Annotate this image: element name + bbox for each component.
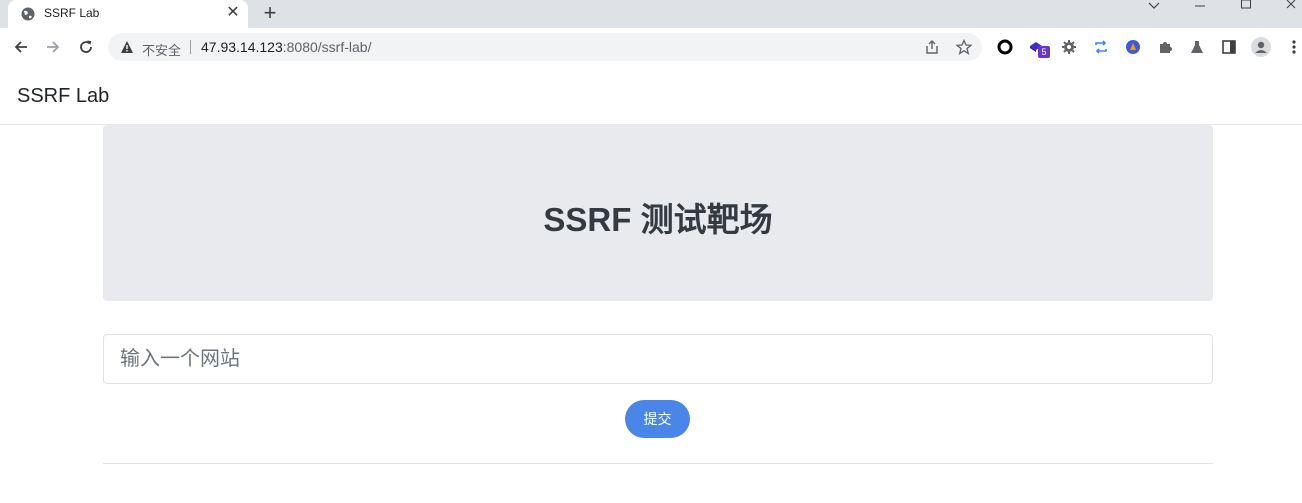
extension-ring-icon[interactable]: [996, 38, 1014, 56]
browser-tab[interactable]: SSRF Lab ✕: [8, 0, 248, 28]
share-icon[interactable]: [924, 39, 940, 55]
extension-gear-icon[interactable]: [1060, 38, 1078, 56]
extension-repeat-icon[interactable]: [1092, 38, 1110, 56]
arrow-right-icon: [47, 41, 60, 53]
window-close-icon[interactable]: [1286, 0, 1298, 12]
extension-cube-icon[interactable]: 5: [1028, 38, 1050, 58]
not-secure-label[interactable]: 不安全: [142, 40, 181, 59]
side-panel-icon[interactable]: [1220, 38, 1238, 56]
arrow-left-icon: [14, 41, 27, 53]
extension-badge: 5: [1038, 46, 1050, 58]
profile-avatar-icon[interactable]: [1251, 37, 1271, 57]
hero-banner: SSRF 测试靶场: [103, 125, 1213, 301]
reload-button[interactable]: [75, 36, 97, 58]
url-text[interactable]: 47.93.14.123:8080/ssrf-lab/: [201, 39, 371, 55]
minimize-icon[interactable]: [1194, 0, 1206, 12]
browser-toolbar: 不安全 47.93.14.123:8080/ssrf-lab/ 5: [0, 28, 1302, 67]
submit-button[interactable]: 提交: [625, 400, 690, 438]
url-input[interactable]: [104, 335, 1200, 383]
flask-icon[interactable]: [1188, 38, 1206, 56]
url-separator: [190, 40, 191, 54]
site-navbar: SSRF Lab: [0, 66, 1302, 125]
back-button[interactable]: [10, 36, 32, 58]
warning-icon[interactable]: [120, 40, 134, 54]
tab-title: SSRF Lab: [44, 6, 100, 20]
extension-fox-icon[interactable]: [1124, 38, 1142, 56]
address-bar[interactable]: 不安全 47.93.14.123:8080/ssrf-lab/: [108, 33, 982, 61]
url-path: :8080/ssrf-lab/: [282, 39, 372, 55]
globe-icon: [21, 7, 35, 21]
new-tab-button[interactable]: +: [258, 2, 282, 26]
close-tab-icon[interactable]: ✕: [224, 4, 242, 22]
bookmark-star-icon[interactable]: [956, 39, 972, 55]
maximize-icon[interactable]: [1240, 0, 1252, 12]
tab-search-icon[interactable]: [1148, 0, 1160, 12]
tab-strip: SSRF Lab ✕ +: [0, 0, 1302, 28]
divider: [103, 463, 1213, 464]
forward-button[interactable]: [42, 36, 64, 58]
browser-menu-icon[interactable]: [1285, 38, 1302, 56]
url-input-wrapper: [103, 334, 1213, 384]
navbar-brand[interactable]: SSRF Lab: [17, 85, 109, 108]
reload-icon: [80, 40, 92, 53]
url-host: 47.93.14.123: [201, 39, 283, 55]
page-title: SSRF 测试靶场: [543, 201, 773, 238]
extensions-puzzle-icon[interactable]: [1156, 38, 1174, 56]
